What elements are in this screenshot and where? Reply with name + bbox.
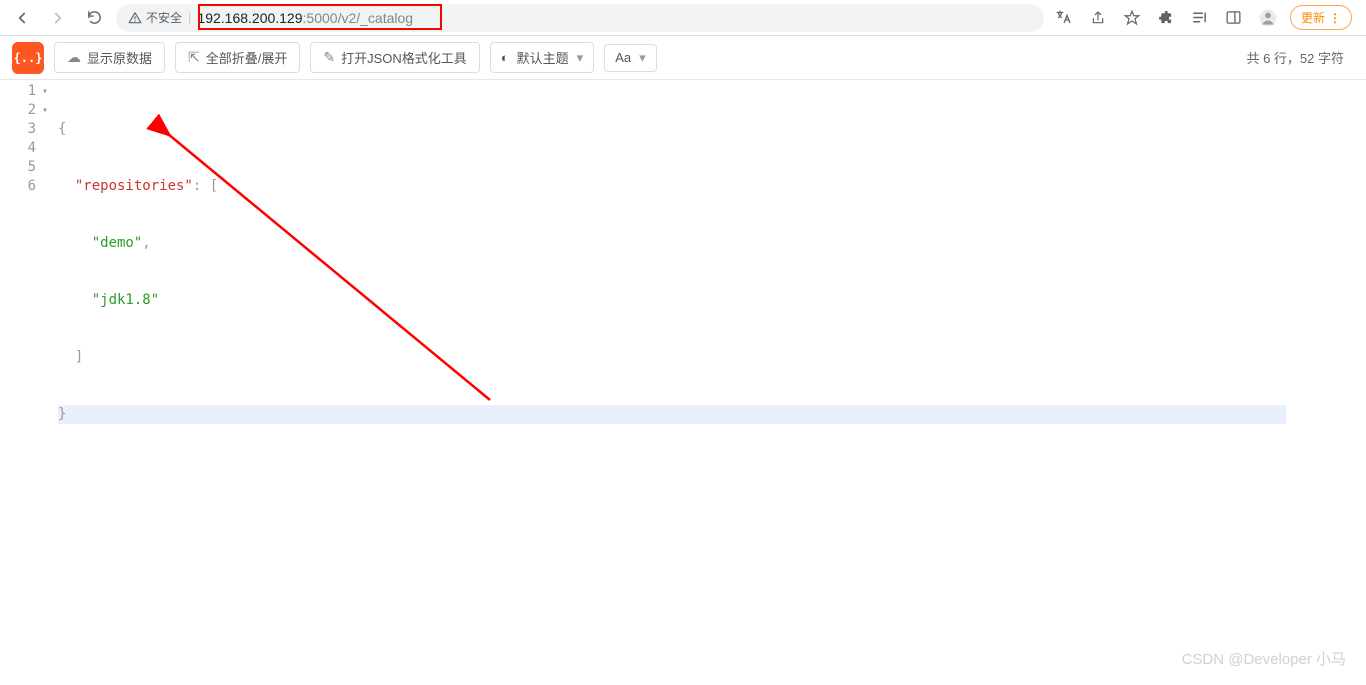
theme-select[interactable]: ◐ 默认主题 ▾ <box>490 42 594 73</box>
side-panel-icon[interactable] <box>1222 6 1246 30</box>
chevron-down-icon: ▾ <box>639 50 646 66</box>
document-stats: 共 6 行，52 字符 <box>1246 48 1354 67</box>
fold-icon[interactable]: ▾ <box>40 101 48 120</box>
line-number-gutter: 1▾ 2▾ 3 4 5 6 <box>0 80 52 462</box>
site-security-indicator[interactable]: 不安全 <box>128 9 182 26</box>
bookmark-star-icon[interactable] <box>1120 6 1144 30</box>
json-viewer-toolbar: {..} ☁ 显示原数据 ⇱ 全部折叠/展开 ✎ 打开JSON格式化工具 ◐ 默… <box>0 36 1366 80</box>
reading-list-icon[interactable] <box>1188 6 1212 30</box>
security-label: 不安全 <box>146 9 182 26</box>
translate-icon[interactable] <box>1052 6 1076 30</box>
warning-icon <box>128 11 142 25</box>
collapse-expand-button[interactable]: ⇱ 全部折叠/展开 <box>175 42 300 73</box>
show-raw-button[interactable]: ☁ 显示原数据 <box>54 42 165 73</box>
back-button[interactable] <box>8 4 36 32</box>
extensions-icon[interactable] <box>1154 6 1178 30</box>
browser-right-controls: 更新 ⋮ <box>1052 5 1358 30</box>
code-content[interactable]: { "repositories": [ "demo", "jdk1.8" ] } <box>52 80 1366 462</box>
cloud-icon: ☁ <box>67 49 81 66</box>
collapse-icon: ⇱ <box>188 49 200 66</box>
url-text: 192.168.200.129:5000/v2/_catalog <box>197 10 1032 26</box>
json-code-viewer: 1▾ 2▾ 3 4 5 6 { "repositories": [ "demo"… <box>0 80 1366 462</box>
reload-button[interactable] <box>80 4 108 32</box>
open-formatter-button[interactable]: ✎ 打开JSON格式化工具 <box>310 42 479 73</box>
font-select[interactable]: Aa ▾ <box>604 44 656 72</box>
profile-avatar-icon[interactable] <box>1256 6 1280 30</box>
address-bar[interactable]: 不安全 | 192.168.200.129:5000/v2/_catalog <box>116 4 1044 32</box>
chevron-down-icon: ▾ <box>577 50 584 66</box>
extension-logo[interactable]: {..} <box>12 42 44 74</box>
palette-icon: ◐ <box>501 50 509 65</box>
browser-navigation-bar: 不安全 | 192.168.200.129:5000/v2/_catalog 更… <box>0 0 1366 36</box>
update-button[interactable]: 更新 ⋮ <box>1290 5 1352 30</box>
forward-button[interactable] <box>44 4 72 32</box>
share-icon[interactable] <box>1086 6 1110 30</box>
document-icon: ✎ <box>323 49 335 66</box>
fold-icon[interactable]: ▾ <box>40 82 48 101</box>
watermark-text: CSDN @Developer 小马 <box>1182 648 1346 669</box>
